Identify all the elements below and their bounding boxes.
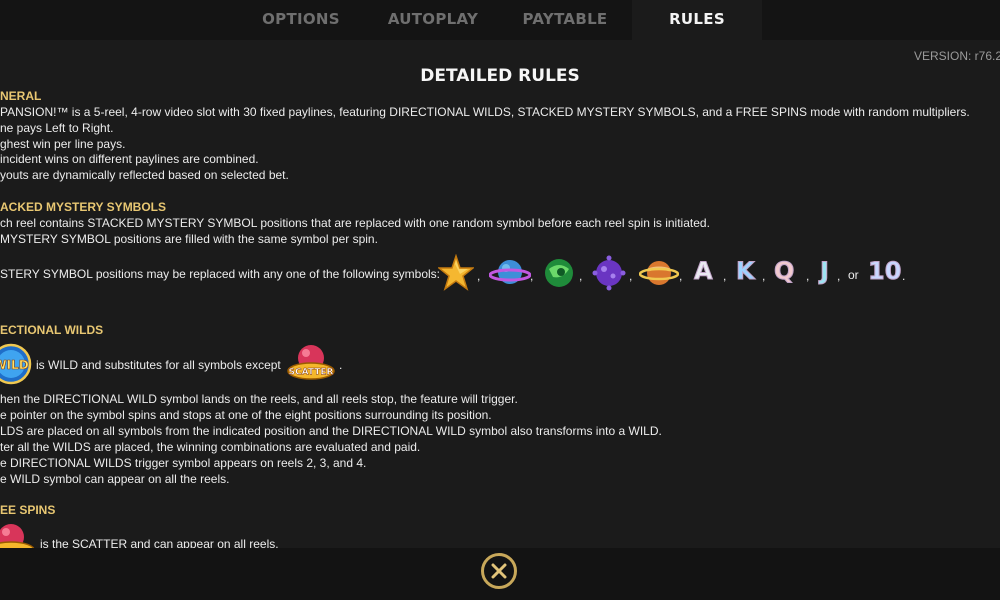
symbol-q: Q bbox=[773, 257, 795, 286]
blue-planet-icon bbox=[489, 260, 531, 284]
tab-options[interactable]: OPTIONS bbox=[236, 0, 366, 40]
tab-autoplay[interactable]: AUTOPLAY bbox=[368, 0, 498, 40]
page-title: DETAILED RULES bbox=[420, 66, 580, 86]
separator: , bbox=[806, 269, 810, 283]
symbol-a: A bbox=[694, 257, 714, 286]
symbol-j: J bbox=[820, 257, 830, 286]
rule-line: STERY SYMBOL positions may be replaced w… bbox=[0, 267, 440, 281]
section-heading-general: NERAL bbox=[0, 89, 42, 103]
section-heading-directional-wilds: ECTIONAL WILDS bbox=[0, 323, 104, 337]
tab-rules[interactable]: RULES bbox=[632, 0, 762, 40]
rule-line: LDS are placed on all symbols from the i… bbox=[0, 424, 662, 438]
rule-line: e DIRECTIONAL WILDS trigger symbol appea… bbox=[0, 456, 367, 470]
tab-bar: OPTIONS AUTOPLAY PAYTABLE RULES bbox=[0, 0, 1000, 40]
tab-paytable[interactable]: PAYTABLE bbox=[500, 0, 630, 40]
rule-line: e pointer on the symbol spins and stops … bbox=[0, 408, 492, 422]
symbol-k: K bbox=[736, 257, 756, 286]
close-button[interactable] bbox=[481, 553, 517, 589]
symbol-10: 10 bbox=[867, 257, 902, 286]
section-heading-mystery: ACKED MYSTERY SYMBOLS bbox=[0, 200, 167, 214]
separator: , bbox=[679, 269, 683, 283]
separator: , bbox=[530, 269, 534, 283]
scatter-description: is the SCATTER and can appear on all ree… bbox=[40, 537, 279, 548]
rule-line: youts are dynamically reflected based on… bbox=[0, 168, 289, 182]
scatter-symbol-icon: SCATTER bbox=[287, 345, 335, 380]
wild-symbol-icon: WILD bbox=[0, 343, 32, 385]
ringed-planet-icon bbox=[639, 261, 679, 285]
separator: , bbox=[629, 269, 633, 283]
rule-line: ghest win per line pays. bbox=[0, 137, 126, 151]
rule-line: incident wins on different paylines are … bbox=[0, 152, 259, 166]
period: . bbox=[339, 358, 343, 372]
rule-line: ch reel contains STACKED MYSTERY SYMBOL … bbox=[0, 216, 710, 230]
separator: , bbox=[762, 269, 766, 283]
or-text: or bbox=[848, 268, 859, 282]
separator: , bbox=[723, 269, 727, 283]
period: . bbox=[902, 269, 906, 283]
section-heading-free-spins: EE SPINS bbox=[0, 503, 56, 517]
star-icon bbox=[438, 254, 474, 291]
scatter-symbol-icon bbox=[0, 524, 35, 548]
wild-description: is WILD and substitutes for all symbols … bbox=[36, 358, 281, 372]
purple-planet-icon bbox=[592, 255, 626, 291]
separator: , bbox=[837, 269, 841, 283]
rule-line: e WILD symbol can appear on all the reel… bbox=[0, 472, 230, 486]
green-planet-icon bbox=[545, 259, 573, 287]
rules-content[interactable]: DETAILED RULES NERAL PANSION!™ is a 5-re… bbox=[0, 40, 1000, 548]
rule-line: ter all the WILDS are placed, the winnin… bbox=[0, 440, 421, 454]
separator: , bbox=[579, 269, 583, 283]
rule-line: hen the DIRECTIONAL WILD symbol lands on… bbox=[0, 392, 518, 406]
close-icon bbox=[491, 563, 507, 579]
rule-line: PANSION!™ is a 5-reel, 4-row video slot … bbox=[0, 105, 970, 119]
separator: , bbox=[477, 269, 481, 283]
rule-line: ne pays Left to Right. bbox=[0, 121, 114, 135]
wild-symbol-label: WILD bbox=[0, 358, 29, 372]
scatter-symbol-label: SCATTER bbox=[289, 368, 334, 378]
rule-line: MYSTERY SYMBOL positions are filled with… bbox=[0, 232, 378, 246]
